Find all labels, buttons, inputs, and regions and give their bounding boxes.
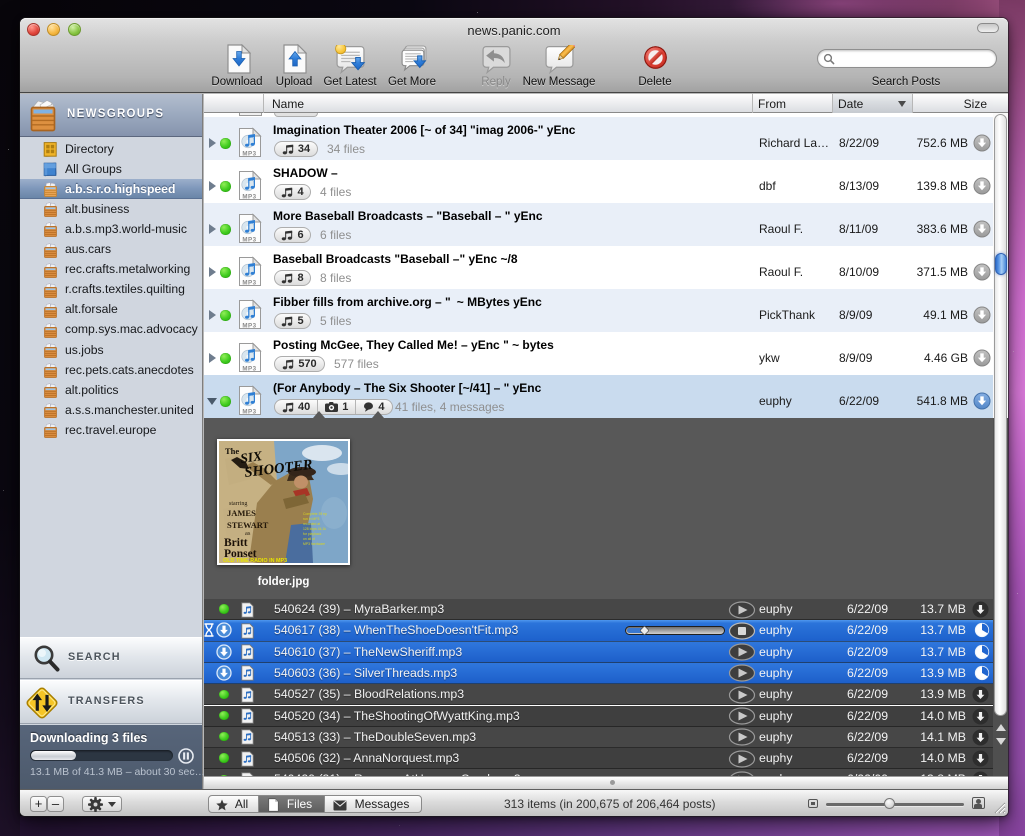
svg-text:JAMES: JAMES: [227, 508, 256, 518]
svg-text:STEWART: STEWART: [227, 520, 269, 530]
svg-text:on all of: on all of: [303, 537, 315, 541]
svg-text:Complete 39 ep: Complete 39 ep: [303, 512, 327, 516]
svg-text:MP3 hardware: MP3 hardware: [303, 542, 325, 546]
svg-text:starring: starring: [229, 501, 247, 507]
svg-text:recorded at: recorded at: [303, 522, 320, 526]
svg-text:MP3: MP3: [242, 280, 256, 287]
svg-text:128 kbps 44.1k: 128 kbps 44.1k: [303, 527, 326, 531]
svg-text:MP3: MP3: [242, 366, 256, 373]
svg-text:MP3: MP3: [242, 194, 256, 201]
svg-text:MP3: MP3: [242, 151, 256, 158]
svg-text:MP3: MP3: [242, 409, 256, 416]
svg-text:as: as: [245, 530, 251, 537]
svg-text:The: The: [225, 446, 239, 456]
svg-text:MP3: MP3: [242, 323, 256, 330]
svg-text:OLD TIME RADIO IN MP3: OLD TIME RADIO IN MP3: [223, 558, 287, 563]
svg-text:run in MP3: run in MP3: [303, 517, 320, 521]
svg-text:for playback: for playback: [303, 532, 322, 536]
svg-text:MP3: MP3: [242, 237, 256, 244]
